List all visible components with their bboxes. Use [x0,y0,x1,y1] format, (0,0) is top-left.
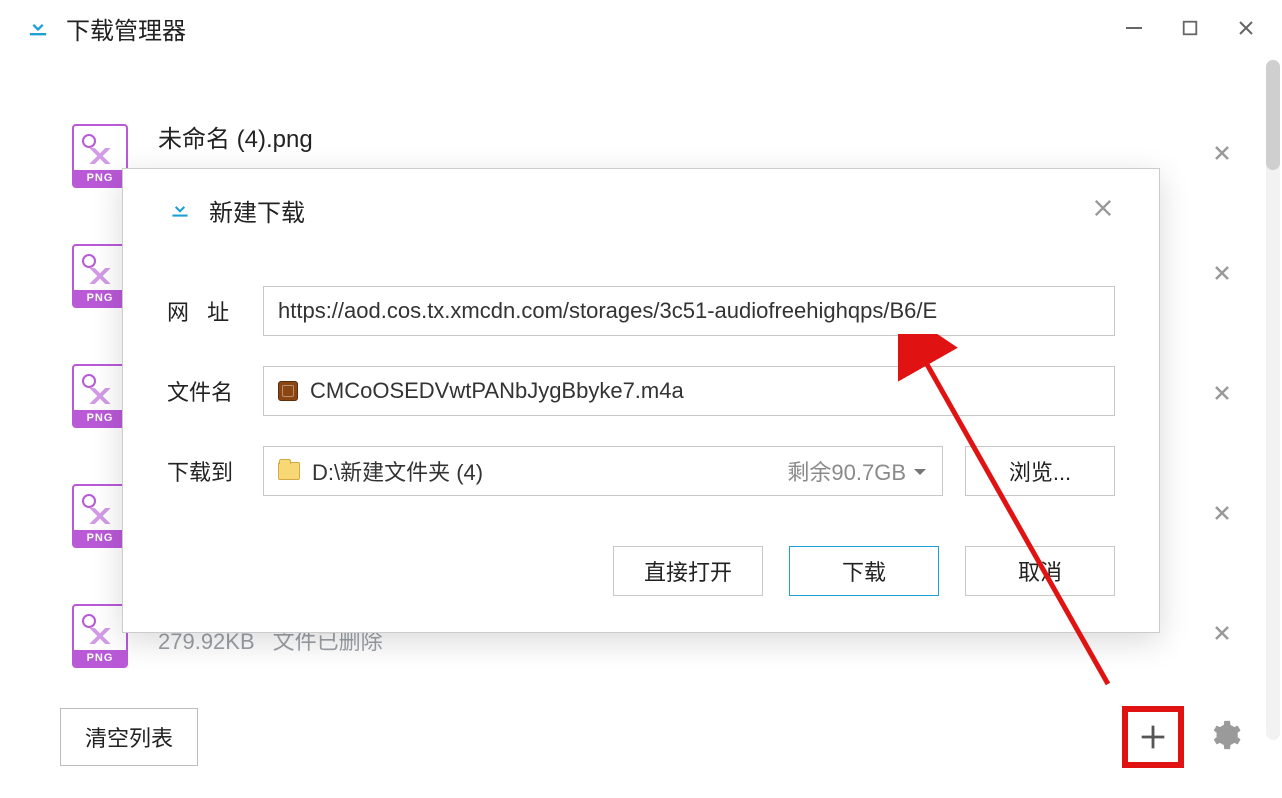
chevron-down-icon [912,458,928,484]
save-path-dropdown[interactable]: D:\新建文件夹 (4) 剩余90.7GB [263,446,943,496]
settings-button[interactable] [1208,718,1242,757]
maximize-button[interactable] [1180,18,1200,38]
m4a-file-icon [278,381,298,401]
add-download-button[interactable] [1122,706,1184,768]
png-file-icon: PNG [72,244,128,308]
url-input[interactable]: https://aod.cos.tx.xmcdn.com/storages/3c… [263,286,1115,336]
browse-button[interactable]: 浏览... [965,446,1115,496]
remove-item-button[interactable] [1212,262,1232,290]
folder-icon [278,462,300,480]
png-file-icon: PNG [72,604,128,668]
window-title: 下载管理器 [66,11,186,46]
plus-icon [1136,720,1170,754]
file-name: 未命名 (4).png [158,119,1222,154]
dialog-title: 新建下载 [209,193,305,228]
clear-list-button[interactable]: 清空列表 [60,708,198,766]
filename-label: 文件名 [167,375,263,407]
scrollbar[interactable] [1266,60,1280,740]
download-icon [167,195,193,226]
remove-item-button[interactable] [1212,502,1232,530]
remove-item-button[interactable] [1212,142,1232,170]
cancel-button[interactable]: 取消 [965,546,1115,596]
gear-icon [1208,718,1242,752]
close-button[interactable] [1236,18,1256,38]
open-directly-button[interactable]: 直接打开 [613,546,763,596]
dialog-close-button[interactable] [1091,196,1115,225]
remove-item-button[interactable] [1212,622,1232,650]
remove-item-button[interactable] [1212,382,1232,410]
filename-input[interactable]: CMCoOSEDVwtPANbJygBbyke7.m4a [263,366,1115,416]
download-button[interactable]: 下载 [789,546,939,596]
scrollbar-thumb[interactable] [1266,60,1280,170]
free-space-text: 剩余90.7GB [787,455,906,487]
png-file-icon: PNG [72,484,128,548]
bottom-bar: 清空列表 [60,706,1242,768]
saveto-label: 下载到 [167,455,263,487]
window-titlebar: 下载管理器 [0,0,1282,56]
minimize-button[interactable] [1124,18,1144,38]
url-label: 网 址 [167,295,263,327]
download-icon [24,12,52,45]
new-download-dialog: 新建下载 网 址 https://aod.cos.tx.xmcdn.com/st… [122,168,1160,633]
png-file-icon: PNG [72,124,128,188]
png-file-icon: PNG [72,364,128,428]
